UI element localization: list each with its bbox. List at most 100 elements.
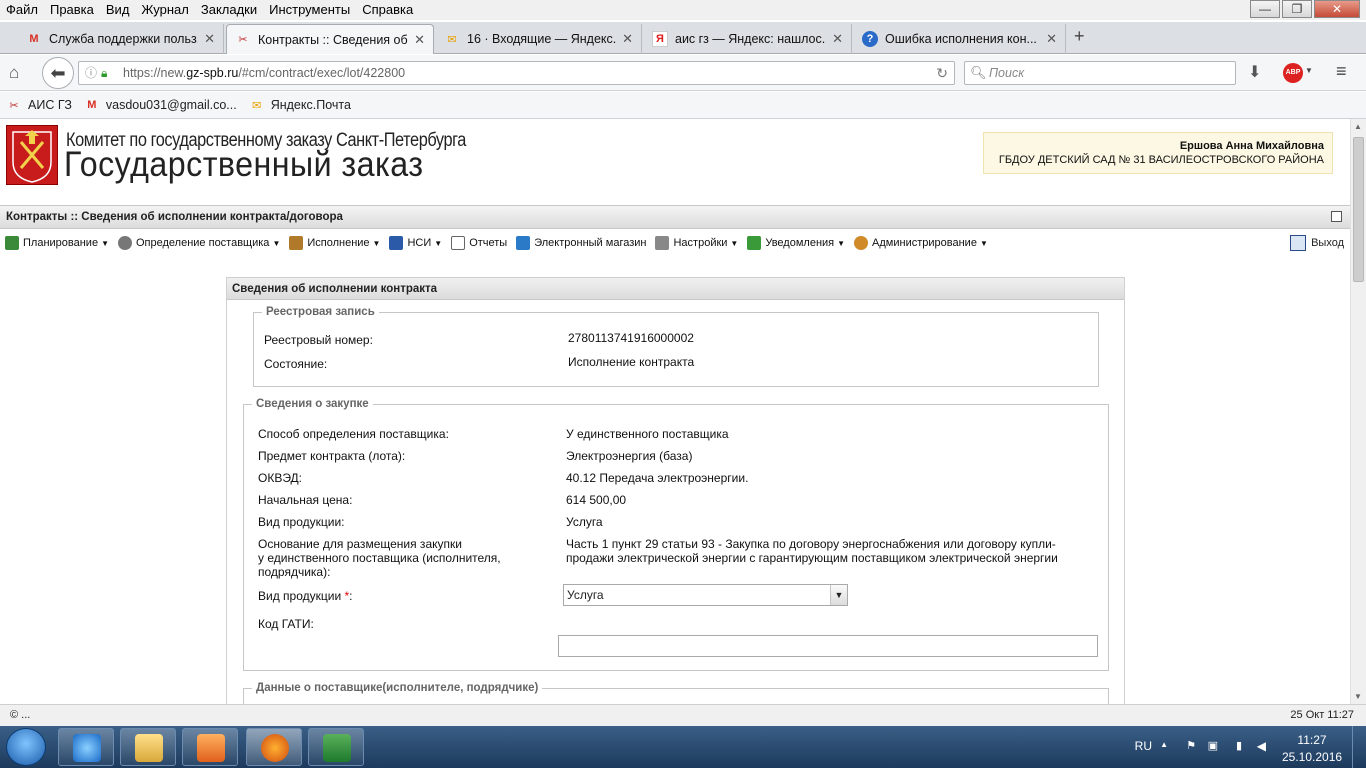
- scroll-down-icon[interactable]: ▼: [1354, 692, 1362, 701]
- close-tab-icon[interactable]: ✕: [414, 32, 425, 48]
- url-prefix: https://new.: [123, 66, 187, 80]
- toolbar-label: Исполнение: [307, 237, 370, 249]
- toolbar-reports[interactable]: Отчеты: [451, 236, 507, 250]
- clock-date[interactable]: 25.10.2016: [1282, 750, 1342, 764]
- yandex-icon: Я: [652, 31, 668, 47]
- explorer-icon: [135, 734, 163, 762]
- toolbar-planning[interactable]: Планирование ▼: [5, 236, 109, 250]
- tab-contracts[interactable]: ✂ Контракты :: Сведения об ... ✕: [226, 24, 434, 54]
- search-input[interactable]: 🔍︎ Поиск: [964, 61, 1236, 85]
- network-icon[interactable]: ▮: [1236, 739, 1242, 752]
- taskbar-explorer[interactable]: [120, 728, 176, 766]
- execution-icon: [289, 236, 304, 250]
- user-name: Ершова Анна Михайловна: [1179, 140, 1324, 152]
- registry-number-label: Реестровый номер:: [264, 333, 373, 347]
- taskbar-ie[interactable]: [58, 728, 114, 766]
- product-label: Вид продукции:: [258, 515, 345, 529]
- exit-button[interactable]: Выход: [1290, 231, 1344, 255]
- menu-file[interactable]: Файл: [0, 0, 44, 20]
- reload-icon[interactable]: ↻: [936, 62, 948, 84]
- chevron-down-icon[interactable]: ▼: [1305, 66, 1313, 75]
- toolbar-label: Настройки: [673, 237, 728, 249]
- minimize-button[interactable]: —: [1250, 0, 1280, 18]
- taskbar-media-player[interactable]: [182, 728, 238, 766]
- product-type-select[interactable]: Услуга ▼: [563, 584, 848, 606]
- state-label: Состояние:: [264, 357, 328, 371]
- toolbar-supplier[interactable]: Определение поставщика ▼: [118, 236, 280, 250]
- minimize-panel-icon[interactable]: [1331, 211, 1342, 222]
- volume-icon[interactable]: ◀: [1257, 739, 1266, 753]
- dropdown-arrow-icon: ▼: [434, 238, 443, 248]
- close-tab-icon[interactable]: ✕: [1046, 31, 1057, 47]
- okved-label: ОКВЭД:: [258, 471, 303, 485]
- device-icon[interactable]: ▣: [1208, 739, 1218, 752]
- bookmark-ais-gz[interactable]: ✂ АИС ГЗ: [6, 98, 71, 112]
- price-value: 614 500,00: [566, 493, 627, 507]
- address-bar[interactable]: ⓘ 🔒︎ https://new.gz-spb.ru/#cm/contract/…: [78, 61, 955, 85]
- back-button[interactable]: ⬅: [42, 57, 74, 89]
- navigation-bar: ⌂ ⬅ ⓘ 🔒︎ https://new.gz-spb.ru/#cm/contr…: [0, 55, 1366, 91]
- scrollbar-thumb[interactable]: [1353, 137, 1364, 282]
- basis-label-line3: подрядчика):: [258, 565, 331, 579]
- basis-value-line2: продажи электрической энергии с гарантир…: [566, 551, 1058, 565]
- subject-value: Электроэнергия (база): [566, 449, 693, 463]
- close-tab-icon[interactable]: ✕: [832, 31, 843, 47]
- home-icon[interactable]: ⌂: [9, 63, 19, 83]
- toolbar-eshop[interactable]: Электронный магазин: [516, 236, 646, 250]
- bookmark-yandex-mail[interactable]: ✉ Яндекс.Почта: [249, 98, 351, 112]
- download-icon[interactable]: ⬇: [1248, 62, 1261, 82]
- language-indicator[interactable]: RU: [1135, 739, 1152, 753]
- close-window-button[interactable]: ✕: [1314, 0, 1360, 18]
- taskbar-excel[interactable]: [308, 728, 364, 766]
- product-type-select-value: Услуга: [567, 588, 604, 602]
- menu-view[interactable]: Вид: [100, 0, 136, 20]
- page-scrollbar[interactable]: ▲ ▼: [1350, 119, 1366, 704]
- tab-yandex-search[interactable]: Я аис гз — Яндекс: нашлос... ✕: [644, 24, 852, 54]
- toolbar-nsi[interactable]: НСИ ▼: [389, 236, 442, 250]
- start-button[interactable]: [6, 728, 46, 766]
- dropdown-arrow-icon: ▼: [979, 238, 988, 248]
- product-value: Услуга: [566, 515, 603, 529]
- maximize-button[interactable]: ❐: [1282, 0, 1312, 18]
- new-tab-button[interactable]: +: [1074, 26, 1085, 47]
- tray-expand-icon[interactable]: ▲: [1160, 740, 1168, 749]
- product-select-colon: :: [349, 589, 353, 603]
- windows-taskbar: RU ▲ ⚑ ▣ ▮ ◀ 11:27 25.10.2016: [0, 726, 1366, 768]
- window-controls: — ❐ ✕: [1248, 0, 1360, 18]
- info-icon[interactable]: ⓘ: [85, 62, 97, 84]
- tab-label: Служба поддержки польз...: [49, 32, 199, 46]
- yandex-mail-icon: ✉: [252, 99, 262, 112]
- toolbar-execution[interactable]: Исполнение ▼: [289, 236, 380, 250]
- gati-input[interactable]: [558, 635, 1098, 657]
- toolbar-label: Определение поставщика: [136, 237, 270, 249]
- menu-edit[interactable]: Правка: [44, 0, 100, 20]
- org-title: Государственный заказ: [64, 145, 424, 184]
- menu-history[interactable]: Журнал: [135, 0, 194, 20]
- menu-tools[interactable]: Инструменты: [263, 0, 356, 20]
- close-tab-icon[interactable]: ✕: [622, 31, 633, 47]
- bookmark-gmail[interactable]: M vasdou031@gmail.co...: [84, 98, 236, 112]
- contract-execution-panel: Сведения об исполнении контракта Реестро…: [226, 277, 1125, 704]
- adblock-icon[interactable]: ABP: [1283, 63, 1303, 83]
- action-center-icon[interactable]: ⚑: [1186, 739, 1196, 752]
- toolbar-settings[interactable]: Настройки ▼: [655, 236, 738, 250]
- show-desktop-button[interactable]: [1352, 726, 1366, 768]
- close-tab-icon[interactable]: ✕: [204, 31, 215, 47]
- scroll-up-icon[interactable]: ▲: [1354, 122, 1362, 131]
- chevron-down-icon[interactable]: ▼: [830, 585, 847, 605]
- dropdown-arrow-icon: ▼: [837, 238, 846, 248]
- tab-yandex-mail[interactable]: ✉ 16 · Входящие — Яндекс.... ✕: [436, 24, 642, 54]
- menu-bookmarks[interactable]: Закладки: [195, 0, 263, 20]
- tools-icon: ✂: [9, 99, 19, 112]
- taskbar-firefox[interactable]: [246, 728, 302, 766]
- toolbar-notifications[interactable]: Уведомления ▼: [747, 236, 845, 250]
- toolbar-admin[interactable]: Администрирование ▼: [854, 236, 988, 250]
- exit-door-icon: [1290, 235, 1307, 251]
- tab-error[interactable]: ? Ошибка исполнения кон... ✕: [854, 24, 1066, 54]
- clock-time[interactable]: 11:27: [1282, 733, 1342, 747]
- tab-support[interactable]: M Служба поддержки польз... ✕: [18, 24, 224, 54]
- menu-help[interactable]: Справка: [356, 0, 419, 20]
- main-toolbar: Планирование ▼ Определение поставщика ▼ Ис…: [0, 231, 1350, 255]
- toolbar-label: Планирование: [23, 237, 99, 249]
- hamburger-menu-icon[interactable]: ≡: [1336, 61, 1347, 82]
